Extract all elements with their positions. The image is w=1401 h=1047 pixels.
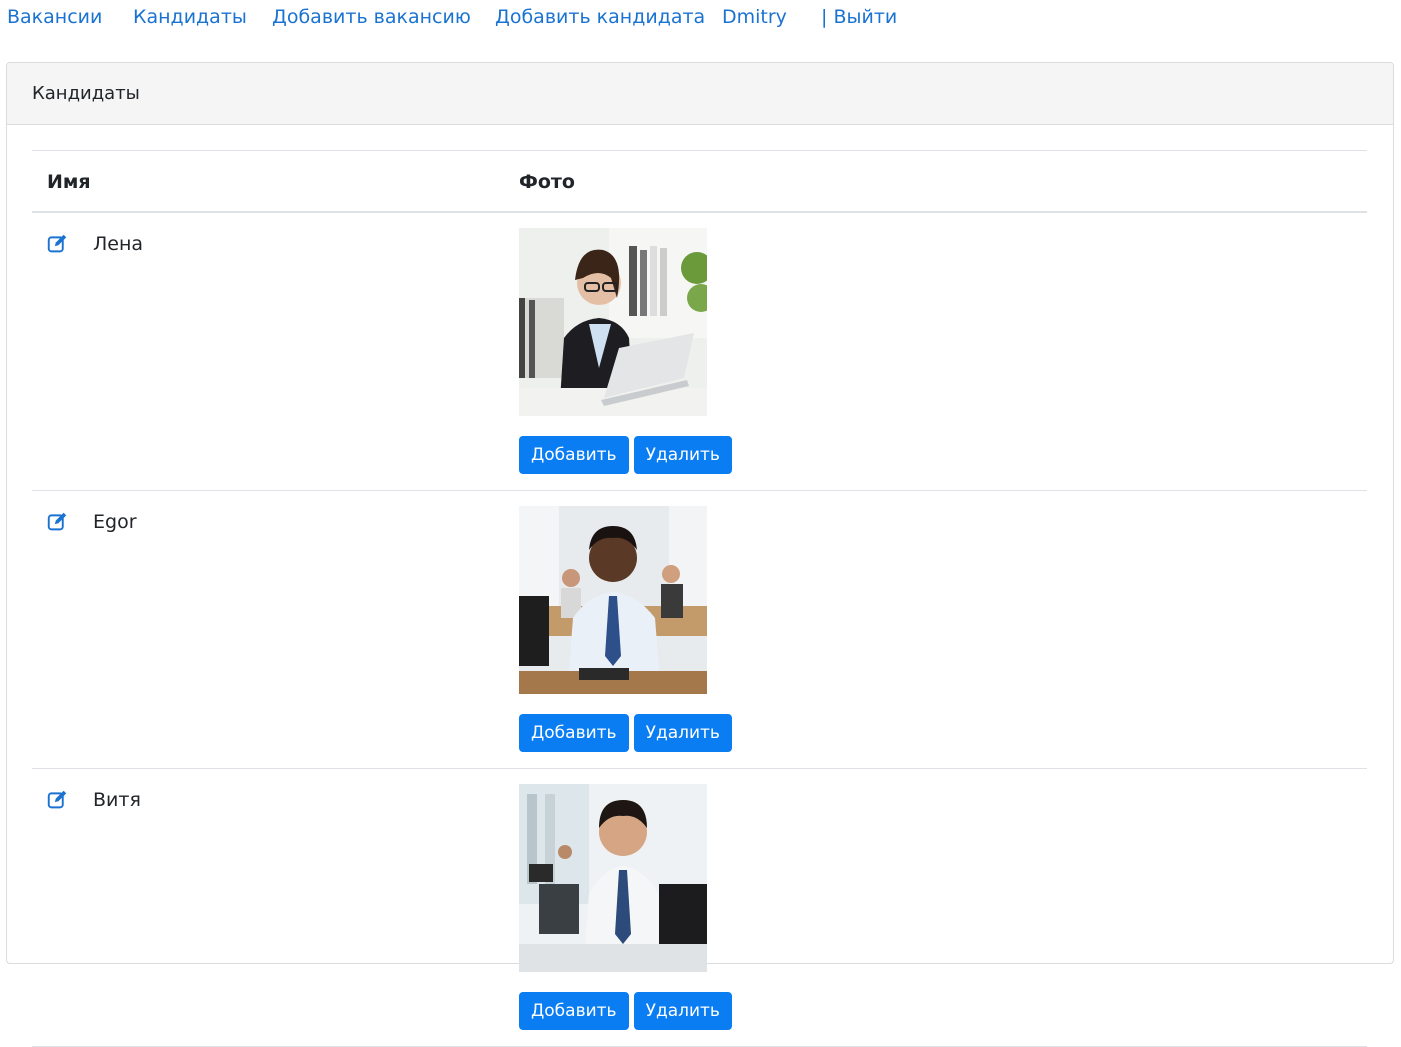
table-header: Имя Фото <box>32 151 1367 213</box>
nav-link-candidates[interactable]: Кандидаты <box>133 6 247 28</box>
nav-link-logout[interactable]: | Выйти <box>821 6 897 28</box>
add-button[interactable]: Добавить <box>519 436 629 474</box>
candidate-name: Лена <box>93 233 144 255</box>
edit-icon[interactable] <box>47 789 68 810</box>
add-button[interactable]: Добавить <box>519 714 629 752</box>
row-actions: Добавить Удалить <box>519 436 732 474</box>
nav-link-user[interactable]: Dmitry <box>722 6 787 28</box>
nav-link-add-candidate[interactable]: Добавить кандидата <box>495 6 705 28</box>
row-actions: Добавить Удалить <box>519 992 732 1030</box>
edit-icon[interactable] <box>47 511 68 532</box>
candidate-photo <box>519 506 707 694</box>
nav-link-add-vacancy[interactable]: Добавить вакансию <box>272 6 471 28</box>
card-title: Кандидаты <box>32 83 140 104</box>
candidate-photo <box>519 784 707 972</box>
row-actions: Добавить Удалить <box>519 714 732 752</box>
edit-icon[interactable] <box>47 233 68 254</box>
card-header: Кандидаты <box>7 63 1393 125</box>
column-header-photo: Фото <box>519 171 575 193</box>
candidates-table: Имя Фото Лена Добавить Удалить Egor Доба… <box>32 150 1367 1047</box>
candidates-card: Кандидаты Имя Фото Лена Добавить Удалить… <box>6 62 1394 1047</box>
delete-button[interactable]: Удалить <box>633 992 732 1030</box>
candidate-photo <box>519 228 707 416</box>
table-row: Лена Добавить Удалить <box>32 213 1367 491</box>
delete-button[interactable]: Удалить <box>633 714 732 752</box>
column-header-name: Имя <box>47 171 91 193</box>
nav-link-vacancies[interactable]: Вакансии <box>7 6 102 28</box>
delete-button[interactable]: Удалить <box>633 436 732 474</box>
candidate-name: Egor <box>93 511 137 533</box>
add-button[interactable]: Добавить <box>519 992 629 1030</box>
table-row: Egor Добавить Удалить <box>32 491 1367 769</box>
candidate-name: Витя <box>93 789 141 811</box>
table-row: Витя Добавить Удалить <box>32 769 1367 1047</box>
